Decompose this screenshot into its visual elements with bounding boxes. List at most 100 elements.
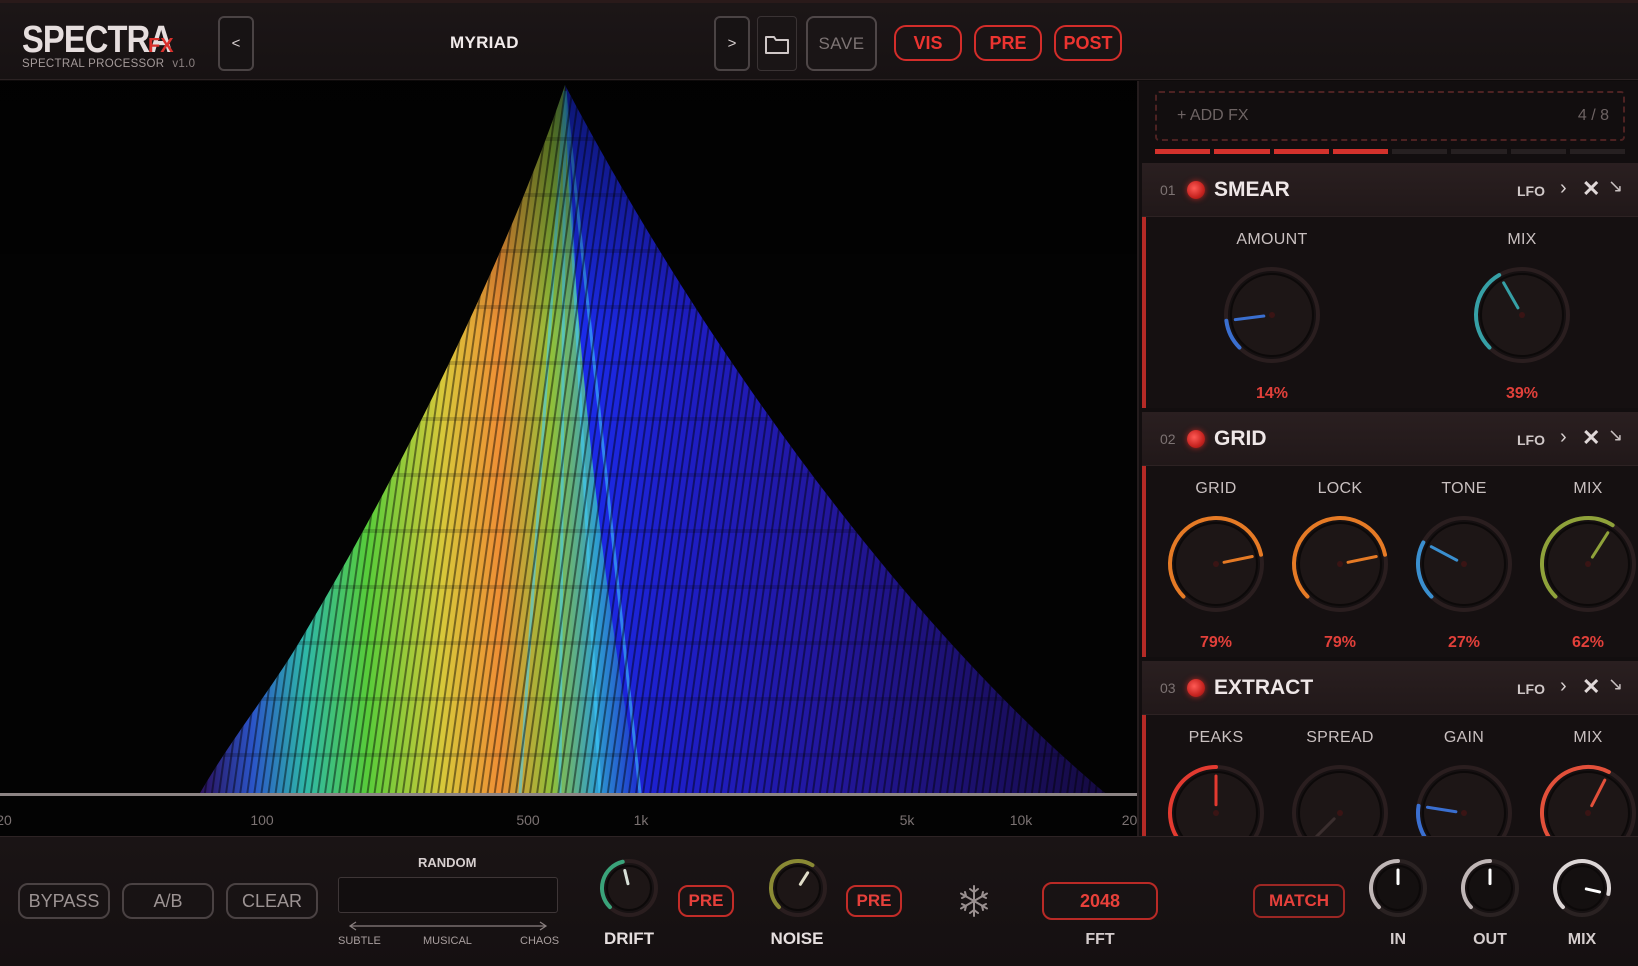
random-tick-chaos: CHAOS <box>520 935 560 947</box>
chevron-right-icon[interactable]: › <box>1560 177 1567 200</box>
knob-label: AMOUNT <box>1236 231 1308 248</box>
chevron-right-icon[interactable]: › <box>1560 426 1567 449</box>
drift-label: DRIFT <box>603 929 655 948</box>
fx-slot-indicator <box>1273 149 1329 154</box>
fx-slot-indicator <box>1510 149 1566 154</box>
fx-module-grid: 02 GRID LFO › ✕ ↘ GRID 79% LOCK 79% TONE 27% M… <box>1142 412 1638 657</box>
top-bar: SPECTRA FX SPECTRAL PROCESSOR v1.0 < MYRI… <box>0 0 1638 80</box>
drift-pre-toggle[interactable]: PRE <box>678 885 734 917</box>
freq-label: 20 <box>0 812 12 828</box>
knob-dial[interactable] <box>1414 514 1514 614</box>
prev-preset-button[interactable]: < <box>218 16 254 71</box>
knob-control: MIX 39% <box>1460 217 1584 407</box>
fx-slot-indicator <box>1155 149 1211 154</box>
knob-dial[interactable] <box>1290 763 1390 836</box>
module-lfo-button[interactable]: LFO <box>1517 432 1545 448</box>
module-header[interactable]: 03 EXTRACT LFO › ✕ ↘ <box>1142 661 1638 715</box>
knob-control: GAIN <box>1402 715 1526 836</box>
brand-version: v1.0 <box>172 58 196 70</box>
spectrogram-graphic <box>0 81 1137 793</box>
knob-value: 14% <box>1255 385 1289 402</box>
knob-control: TONE 27% <box>1402 466 1526 656</box>
knob-dial[interactable] <box>1166 763 1266 836</box>
close-icon[interactable]: ✕ <box>1582 176 1600 202</box>
knob-label: TONE <box>1441 480 1487 497</box>
pre-view-button[interactable]: PRE <box>974 25 1042 61</box>
fx-slot-indicator <box>1569 149 1625 154</box>
drift-knob[interactable] <box>598 857 660 919</box>
fx-module-smear: 01 SMEAR LFO › ✕ ↘ AMOUNT 14% MIX 39% <box>1142 163 1638 408</box>
random-range-arrow-icon <box>348 921 548 931</box>
close-icon[interactable]: ✕ <box>1582 674 1600 700</box>
module-lfo-button[interactable]: LFO <box>1517 183 1545 199</box>
fx-slot-indicator <box>1214 149 1270 154</box>
knob-dial[interactable] <box>1166 514 1266 614</box>
add-fx-button[interactable]: + ADD FX 4 / 8 <box>1155 91 1625 141</box>
random-label: RANDOM <box>418 855 477 870</box>
knob-dial[interactable] <box>1222 265 1322 365</box>
fx-slot-indicator <box>1332 149 1388 154</box>
module-number: 03 <box>1160 680 1176 696</box>
preset-name[interactable]: MYRIAD <box>450 33 519 53</box>
post-view-button[interactable]: POST <box>1054 25 1122 61</box>
knob-control: MIX 62% <box>1526 466 1638 656</box>
open-folder-button[interactable] <box>757 16 797 71</box>
master-mix-knob[interactable] <box>1551 857 1613 919</box>
random-tick-musical: MUSICAL <box>423 935 472 947</box>
knob-dial[interactable] <box>1290 514 1390 614</box>
knob-value: 27% <box>1447 634 1481 651</box>
knob-label: MIX <box>1573 480 1603 497</box>
module-lfo-button[interactable]: LFO <box>1517 681 1545 697</box>
chevron-right-icon[interactable]: › <box>1560 675 1567 698</box>
noise-pre-toggle[interactable]: PRE <box>846 885 902 917</box>
vis-button[interactable]: VIS <box>894 25 962 61</box>
fft-size-select[interactable]: 2048 <box>1042 882 1158 920</box>
module-name: EXTRACT <box>1214 676 1314 699</box>
knob-dial[interactable] <box>1538 514 1638 614</box>
knob-control: GRID 79% <box>1154 466 1278 656</box>
collapse-icon[interactable]: ↘ <box>1608 176 1623 197</box>
output-gain-knob[interactable] <box>1459 857 1521 919</box>
knob-dial[interactable] <box>1538 763 1638 836</box>
module-power-led[interactable] <box>1187 430 1205 448</box>
knob-dial[interactable] <box>1414 763 1514 836</box>
next-preset-button[interactable]: > <box>714 16 750 71</box>
noise-label: NOISE <box>770 929 824 948</box>
knob-dial[interactable] <box>1472 265 1572 365</box>
close-icon[interactable]: ✕ <box>1582 425 1600 451</box>
random-amount-slider[interactable] <box>338 877 558 913</box>
freq-label: 1k <box>633 812 649 828</box>
spectrum-display[interactable]: 20 100 500 1k 5k 10k 20k <box>0 81 1137 836</box>
knob-control: AMOUNT 14% <box>1210 217 1334 407</box>
ab-compare-button[interactable]: A/B <box>122 883 214 919</box>
module-number: 02 <box>1160 431 1176 447</box>
snowflake-icon[interactable] <box>956 883 992 919</box>
collapse-icon[interactable]: ↘ <box>1608 674 1623 695</box>
clear-button[interactable]: CLEAR <box>226 883 318 919</box>
spectrum-baseline <box>0 793 1137 796</box>
freq-label: 5k <box>899 812 915 828</box>
bypass-button[interactable]: BYPASS <box>18 883 110 919</box>
knob-control: MIX <box>1526 715 1638 836</box>
knob-value: 62% <box>1571 634 1605 651</box>
freq-label: 100 <box>250 812 274 828</box>
input-gain-label: IN <box>1390 931 1406 948</box>
knob-value: 79% <box>1199 634 1233 651</box>
module-header[interactable]: 02 GRID LFO › ✕ ↘ <box>1142 412 1638 466</box>
knob-label: SPREAD <box>1306 729 1374 746</box>
module-power-led[interactable] <box>1187 679 1205 697</box>
folder-icon <box>765 35 789 54</box>
fx-slot-count: 4 / 8 <box>1577 107 1609 124</box>
module-power-led[interactable] <box>1187 181 1205 199</box>
fft-label: FFT <box>1085 931 1115 948</box>
noise-knob[interactable] <box>767 857 829 919</box>
match-button[interactable]: MATCH <box>1253 884 1345 918</box>
module-header[interactable]: 01 SMEAR LFO › ✕ ↘ <box>1142 163 1638 217</box>
collapse-icon[interactable]: ↘ <box>1608 425 1623 446</box>
fx-slot-meter <box>1155 149 1625 155</box>
save-button[interactable]: SAVE <box>806 16 877 71</box>
input-gain-knob[interactable] <box>1367 857 1429 919</box>
knob-label: PEAKS <box>1188 729 1244 746</box>
bottom-bar: BYPASS A/B CLEAR RANDOM SUBTLE MUSICAL C… <box>0 836 1638 966</box>
knob-value: 79% <box>1323 634 1357 651</box>
